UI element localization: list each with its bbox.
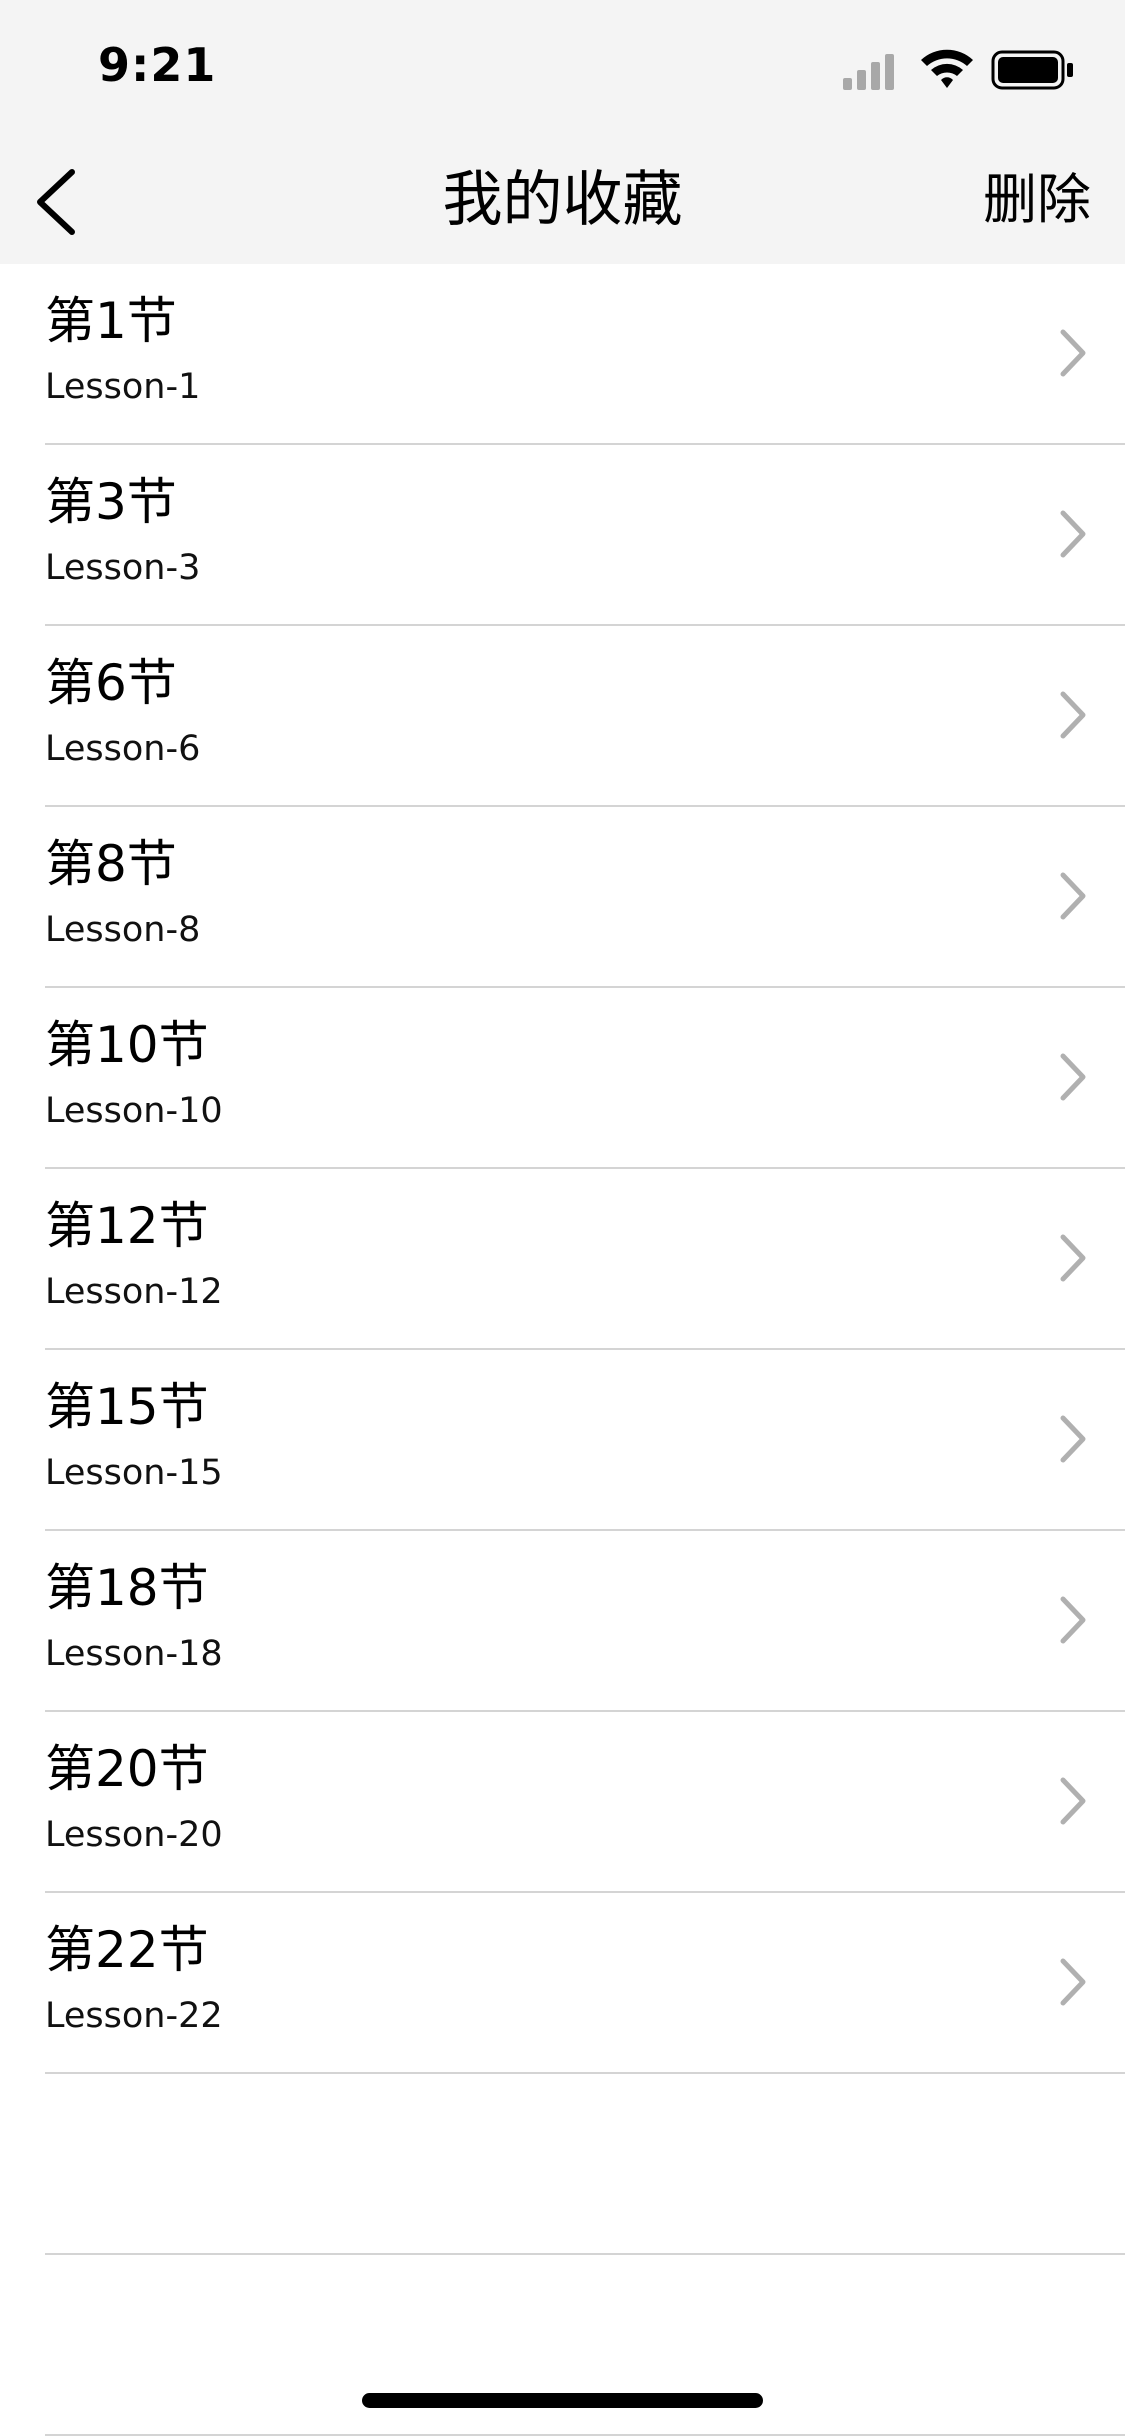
empty-row [45, 2074, 1125, 2255]
list-item[interactable]: 第8节 Lesson-8 [45, 807, 1125, 988]
item-title: 第10节 [45, 1016, 209, 1074]
chevron-right-icon [1060, 1053, 1086, 1101]
item-subtitle: Lesson-8 [45, 910, 201, 950]
signal-icon [843, 54, 894, 90]
item-subtitle: Lesson-12 [45, 1272, 223, 1312]
item-subtitle: Lesson-1 [45, 367, 201, 407]
page-title: 我的收藏 [442, 165, 683, 235]
list-item[interactable]: 第22节 Lesson-22 [45, 1893, 1125, 2074]
chevron-right-icon [1060, 1596, 1086, 1644]
list-item[interactable]: 第6节 Lesson-6 [45, 626, 1125, 807]
item-subtitle: Lesson-20 [45, 1815, 223, 1855]
item-title: 第6节 [45, 654, 177, 712]
list-item[interactable]: 第3节 Lesson-3 [45, 445, 1125, 626]
empty-row [45, 2255, 1125, 2436]
battery-icon [991, 50, 1073, 90]
navigation-bar: 我的收藏 删除 [0, 140, 1125, 264]
chevron-right-icon [1060, 510, 1086, 558]
status-icons [843, 49, 1073, 90]
home-indicator [362, 2393, 763, 2408]
item-subtitle: Lesson-3 [45, 548, 201, 588]
item-title: 第1节 [45, 292, 177, 350]
item-title: 第18节 [45, 1559, 209, 1617]
item-subtitle: Lesson-18 [45, 1634, 223, 1674]
chevron-right-icon [1060, 691, 1086, 739]
list-item[interactable]: 第20节 Lesson-20 [45, 1712, 1125, 1893]
chevron-right-icon [1060, 329, 1086, 377]
item-subtitle: Lesson-10 [45, 1091, 223, 1131]
wifi-icon [921, 49, 973, 88]
item-subtitle: Lesson-6 [45, 729, 201, 769]
chevron-right-icon [1060, 1415, 1086, 1463]
list-item[interactable]: 第10节 Lesson-10 [45, 988, 1125, 1169]
item-title: 第20节 [45, 1740, 209, 1798]
item-title: 第12节 [45, 1197, 209, 1255]
list-item[interactable]: 第1节 Lesson-1 [45, 264, 1125, 445]
chevron-right-icon [1060, 1777, 1086, 1825]
list-item[interactable]: 第18节 Lesson-18 [45, 1531, 1125, 1712]
item-subtitle: Lesson-15 [45, 1453, 223, 1493]
favorites-list: 第1节 Lesson-1 第3节 Lesson-3 第6节 Lesson-6 第… [0, 264, 1125, 2436]
chevron-right-icon [1060, 872, 1086, 920]
chevron-right-icon [1060, 1234, 1086, 1282]
status-bar: 9:21 [0, 0, 1125, 140]
delete-button[interactable]: 删除 [983, 160, 1091, 240]
item-title: 第15节 [45, 1378, 209, 1436]
item-title: 第3节 [45, 473, 177, 531]
chevron-right-icon [1060, 1958, 1086, 2006]
item-title: 第22节 [45, 1921, 209, 1979]
item-subtitle: Lesson-22 [45, 1996, 223, 2036]
list-item[interactable]: 第12节 Lesson-12 [45, 1169, 1125, 1350]
list-item[interactable]: 第15节 Lesson-15 [45, 1350, 1125, 1531]
item-title: 第8节 [45, 835, 177, 893]
header: 9:21 我的收藏 删除 [0, 0, 1125, 264]
status-time: 9:21 [98, 38, 217, 92]
